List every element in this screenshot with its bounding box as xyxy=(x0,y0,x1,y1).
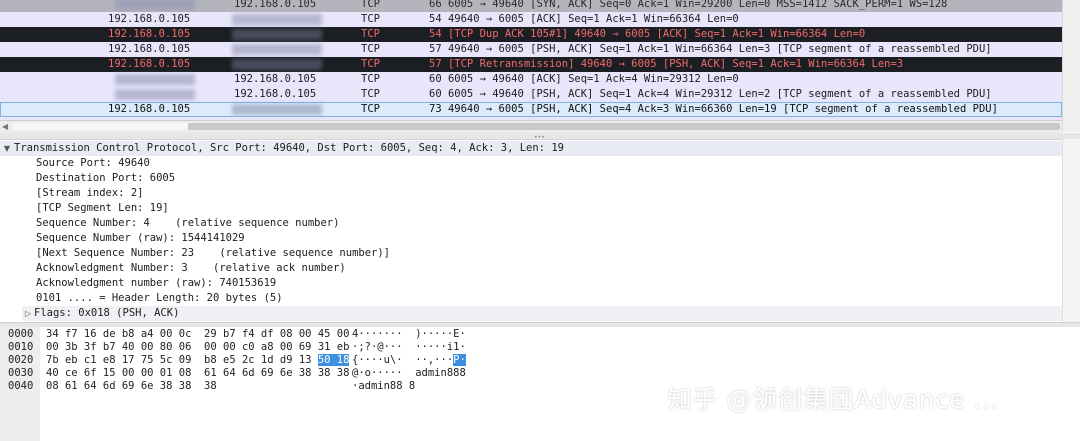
packet-source: 192.168.0.105 xyxy=(108,28,191,40)
byte-offset: 0030 xyxy=(8,367,34,379)
ascii-bytes[interactable]: {····u\· ··,··· xyxy=(352,354,453,366)
watermark: 知乎 @领创集团Advance ... xyxy=(667,385,999,414)
packet-protocol: TCP xyxy=(361,58,380,70)
detail-destination-port[interactable]: Destination Port: 6005 xyxy=(36,171,175,186)
tcp-tree-header[interactable]: ▼ Transmission Control Protocol, Src Port… xyxy=(0,141,1062,156)
detail-stream-index[interactable]: [Stream index: 2] xyxy=(36,186,143,201)
redaction-blur xyxy=(232,104,322,115)
packet-info: 73 49640 → 6005 [PSH, ACK] Seq=4 Ack=3 W… xyxy=(429,103,998,115)
packet-info: 57 49640 → 6005 [PSH, ACK] Seq=1 Ack=1 W… xyxy=(429,43,992,55)
ascii-bytes[interactable]: @·o····· admin888 xyxy=(352,367,466,380)
packet-row[interactable]: 192.168.0.105 TCP 66 6005 → 49640 [SYN, … xyxy=(0,0,1062,12)
ascii-bytes[interactable]: ·;?·@··· ·····i1· xyxy=(352,341,466,354)
packet-source: 192.168.0.105 xyxy=(108,103,191,115)
detail-sequence-number[interactable]: Sequence Number: 4 (relative sequence nu… xyxy=(36,216,339,231)
redaction-blur xyxy=(115,89,195,100)
detail-sequence-raw[interactable]: Sequence Number (raw): 1544141029 xyxy=(36,231,245,246)
packet-protocol: TCP xyxy=(361,0,380,10)
packet-source: 192.168.0.105 xyxy=(108,58,191,70)
detail-segment-len[interactable]: [TCP Segment Len: 19] xyxy=(36,201,169,216)
detail-next-sequence[interactable]: [Next Sequence Number: 23 (relative sequ… xyxy=(36,246,390,261)
packet-details-pane[interactable]: ▼ Transmission Control Protocol, Src Port… xyxy=(0,139,1062,323)
packet-source: 192.168.0.105 xyxy=(108,43,191,55)
packet-info: 60 6005 → 49640 [ACK] Seq=1 Ack=4 Win=29… xyxy=(429,73,739,85)
hex-bytes-highlighted[interactable]: 50 18 xyxy=(317,354,350,366)
hex-bytes[interactable]: 7b eb c1 e8 17 75 5c 09 b8 e5 2c 1d d9 1… xyxy=(46,354,318,366)
ascii-bytes-highlighted[interactable]: P· xyxy=(453,354,466,366)
scroll-left-icon[interactable]: ◀ xyxy=(0,121,10,133)
hex-bytes[interactable]: 40 ce 6f 15 00 00 01 08 61 64 6d 69 6e 3… xyxy=(46,367,349,380)
packet-row[interactable]: 192.168.0.105 TCP 60 6005 → 49640 [ACK] … xyxy=(0,72,1062,87)
redaction-blur xyxy=(232,59,322,70)
hex-bytes[interactable]: 00 3b 3f b7 40 00 80 06 00 00 c0 a8 00 6… xyxy=(46,341,349,354)
packet-info: 54 49640 → 6005 [ACK] Seq=1 Ack=1 Win=66… xyxy=(429,13,739,25)
ascii-bytes[interactable]: ·admin88 8 xyxy=(352,380,415,393)
packet-info: 57 [TCP Retransmission] 49640 → 6005 [PS… xyxy=(429,58,904,70)
tcp-header-text: Transmission Control Protocol, Src Port:… xyxy=(14,142,564,154)
packet-protocol: TCP xyxy=(361,103,380,115)
triangle-right-icon[interactable]: ▷ xyxy=(22,306,34,321)
packet-list[interactable]: 192.168.0.105 TCP 66 6005 → 49640 [SYN, … xyxy=(0,0,1080,120)
packet-info: 66 6005 → 49640 [SYN, ACK] Seq=0 Ack=1 W… xyxy=(429,0,948,10)
ascii-bytes[interactable]: 4······· )·····E· xyxy=(352,328,466,341)
byte-offset: 0040 xyxy=(8,380,34,392)
detail-ack-raw[interactable]: Acknowledgment number (raw): 740153619 xyxy=(36,276,276,291)
detail-source-port[interactable]: Source Port: 49640 xyxy=(36,156,150,171)
hex-bytes[interactable]: 34 f7 16 de b8 a4 00 0c 29 b7 f4 df 08 0… xyxy=(46,328,349,341)
triangle-down-icon[interactable]: ▼ xyxy=(0,141,14,156)
packet-row[interactable]: 192.168.0.105 TCP 60 6005 → 49640 [PSH, … xyxy=(0,87,1062,102)
packet-protocol: TCP xyxy=(361,73,380,85)
packet-list-vertical-scrollbar[interactable] xyxy=(1062,0,1080,132)
packet-protocol: TCP xyxy=(361,43,380,55)
packet-protocol: TCP xyxy=(361,28,380,40)
packet-row-selected[interactable]: 192.168.0.105 TCP 73 49640 → 6005 [PSH, … xyxy=(0,102,1062,117)
detail-flags[interactable]: ▷ Flags: 0x018 (PSH, ACK) xyxy=(22,306,1062,321)
packet-protocol: TCP xyxy=(361,13,380,25)
packet-row[interactable]: 192.168.0.105 TCP 57 49640 → 6005 [PSH, … xyxy=(0,42,1062,57)
hex-bytes[interactable]: 08 61 64 6d 69 6e 38 38 38 xyxy=(46,380,217,393)
redaction-blur xyxy=(232,29,322,40)
byte-offset: 0010 xyxy=(8,341,34,353)
packet-source: 192.168.0.105 xyxy=(108,13,191,25)
packet-row[interactable]: 192.168.0.105 TCP 54 [TCP Dup ACK 105#1]… xyxy=(0,27,1062,42)
packet-info: 60 6005 → 49640 [PSH, ACK] Seq=1 Ack=4 W… xyxy=(429,88,992,100)
flags-text: Flags: 0x018 (PSH, ACK) xyxy=(34,307,180,319)
packet-destination: 192.168.0.105 xyxy=(234,0,317,10)
packet-destination: 192.168.0.105 xyxy=(234,73,317,85)
packet-info: 54 [TCP Dup ACK 105#1] 49640 → 6005 [ACK… xyxy=(429,28,866,40)
packet-row[interactable]: 192.168.0.105 TCP 54 49640 → 6005 [ACK] … xyxy=(0,12,1062,27)
packet-destination: 192.168.0.105 xyxy=(234,88,317,100)
redaction-blur xyxy=(232,44,322,55)
detail-ack-number[interactable]: Acknowledgment Number: 3 (relative ack n… xyxy=(36,261,346,276)
packet-row[interactable]: 192.168.0.105 TCP 57 [TCP Retransmission… xyxy=(0,57,1062,72)
byte-offset: 0000 xyxy=(8,328,34,340)
scroll-thumb[interactable] xyxy=(188,123,1060,130)
redaction-blur xyxy=(232,14,322,25)
redaction-blur xyxy=(115,74,195,85)
byte-offset: 0020 xyxy=(8,354,34,366)
redaction-blur xyxy=(115,0,195,10)
packet-list-horizontal-scrollbar[interactable]: ◀ xyxy=(0,120,1062,134)
packet-protocol: TCP xyxy=(361,88,380,100)
detail-header-length[interactable]: 0101 .... = Header Length: 20 bytes (5) xyxy=(36,291,283,306)
